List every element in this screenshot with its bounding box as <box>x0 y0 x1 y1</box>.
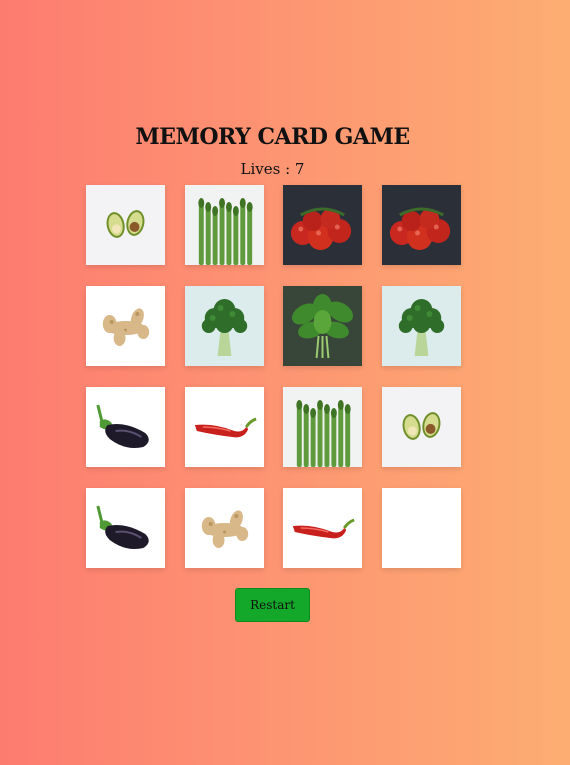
memory-card[interactable] <box>283 286 362 366</box>
memory-card[interactable] <box>185 286 264 366</box>
memory-card[interactable] <box>283 387 362 467</box>
memory-card[interactable] <box>185 185 264 265</box>
chili-pepper-icon <box>185 387 264 467</box>
eggplant-icon <box>86 488 165 568</box>
ginger-icon <box>185 488 264 568</box>
avocado-icon <box>86 185 165 265</box>
blank-icon <box>382 488 461 568</box>
restart-button[interactable]: Restart <box>235 588 310 622</box>
broccoli-icon <box>185 286 264 366</box>
broccoli-icon <box>382 286 461 366</box>
chili-pepper-icon <box>283 488 362 568</box>
memory-card[interactable] <box>283 185 362 265</box>
tomatoes-icon <box>382 185 461 265</box>
memory-card[interactable] <box>86 488 165 568</box>
spinach-icon <box>283 286 362 366</box>
memory-card[interactable] <box>86 286 165 366</box>
memory-card[interactable] <box>185 387 264 467</box>
memory-card[interactable] <box>283 488 362 568</box>
memory-card[interactable] <box>382 286 461 366</box>
avocado-icon <box>382 387 461 467</box>
memory-card[interactable] <box>86 387 165 467</box>
memory-card[interactable] <box>382 185 461 265</box>
eggplant-icon <box>86 387 165 467</box>
lives-counter: Lives : 7 <box>240 160 305 178</box>
memory-card[interactable] <box>382 387 461 467</box>
memory-card[interactable] <box>185 488 264 568</box>
asparagus-icon <box>283 387 362 467</box>
ginger-icon <box>86 286 165 366</box>
game-title: MEMORY CARD GAME <box>135 124 410 150</box>
memory-card[interactable] <box>86 185 165 265</box>
asparagus-icon <box>185 185 264 265</box>
tomatoes-icon <box>283 185 362 265</box>
card-grid <box>86 185 461 568</box>
memory-card[interactable] <box>382 488 461 568</box>
